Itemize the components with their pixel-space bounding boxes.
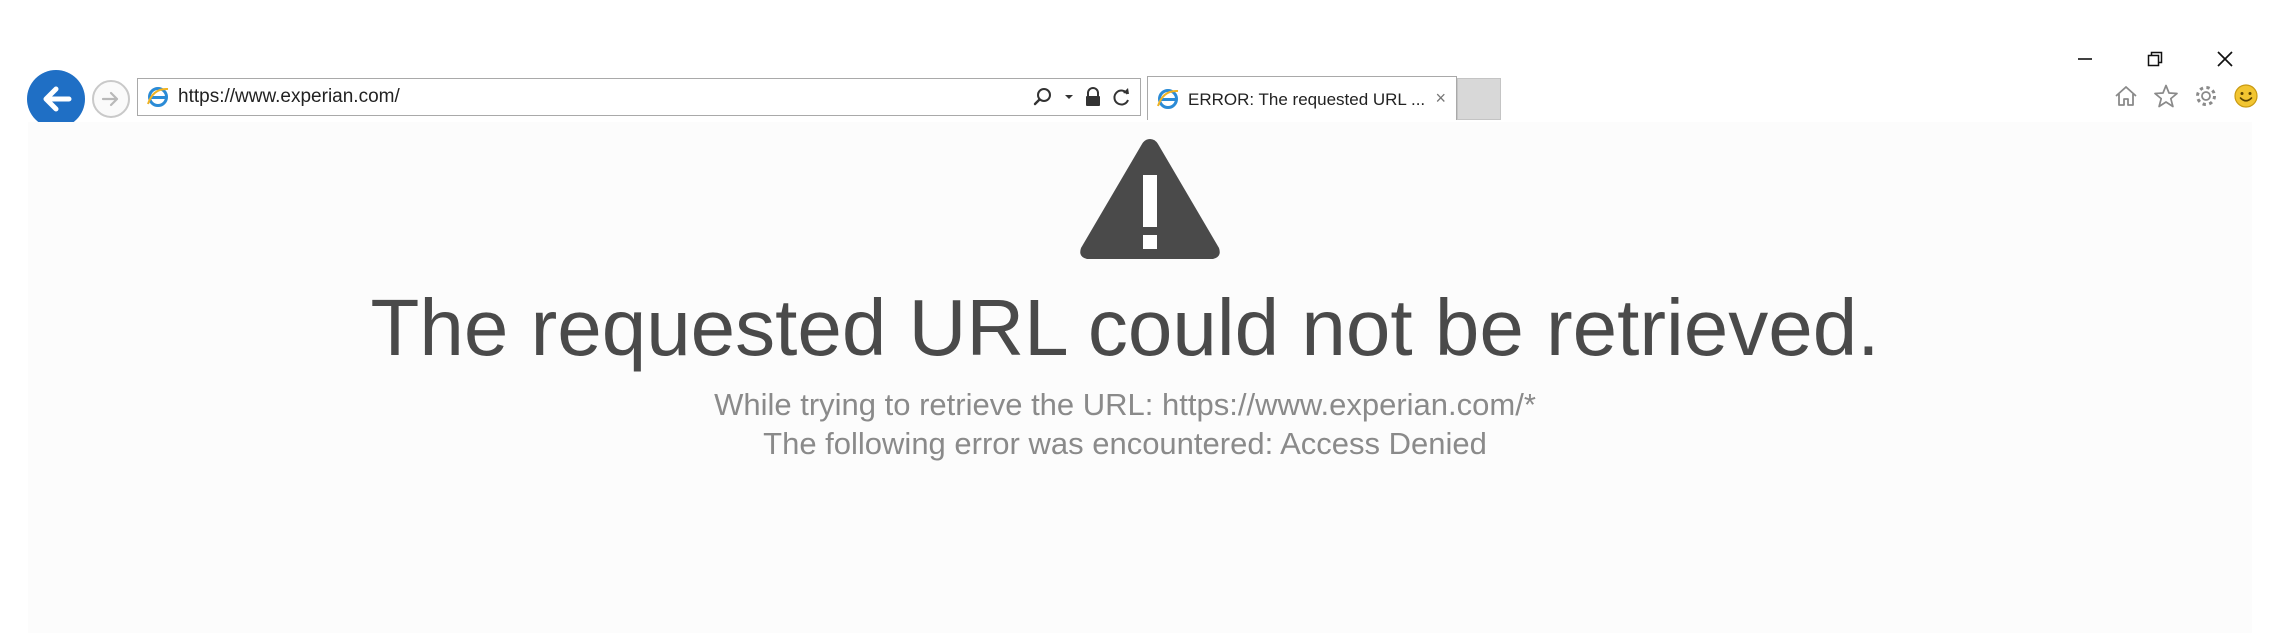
- close-window-button[interactable]: [2190, 44, 2260, 74]
- tab-title: ERROR: The requested URL ...: [1188, 90, 1426, 109]
- url-text[interactable]: https://www.experian.com/: [178, 86, 400, 108]
- refresh-icon[interactable]: [1112, 86, 1132, 108]
- error-message-line: The following error was encountered: Acc…: [763, 426, 1487, 461]
- dropdown-arrow-icon[interactable]: [1064, 86, 1074, 108]
- error-url-line: While trying to retrieve the URL: https:…: [714, 387, 1536, 422]
- restore-icon: [2147, 51, 2163, 67]
- warning-icon: [1080, 139, 1220, 259]
- minimize-icon: [2078, 58, 2092, 60]
- gear-icon[interactable]: [2192, 82, 2220, 110]
- forward-button[interactable]: [92, 80, 130, 118]
- tab-active[interactable]: ERROR: The requested URL ... ×: [1147, 76, 1457, 120]
- close-icon[interactable]: ×: [1435, 88, 1446, 108]
- back-arrow-icon: [43, 86, 72, 112]
- new-tab-button[interactable]: [1457, 78, 1501, 120]
- smiley-icon[interactable]: [2232, 82, 2260, 110]
- address-bar-tools: [1032, 85, 1132, 109]
- search-icon[interactable]: [1032, 86, 1054, 108]
- lock-icon[interactable]: [1084, 86, 1102, 108]
- home-icon[interactable]: [2112, 82, 2140, 110]
- address-bar[interactable]: https://www.experian.com/: [137, 78, 1141, 116]
- forward-arrow-icon: [101, 91, 119, 107]
- star-icon[interactable]: [2152, 82, 2180, 110]
- back-button[interactable]: [27, 70, 85, 128]
- command-icons: [2112, 82, 2260, 110]
- close-icon: [2217, 51, 2233, 67]
- page-title: The requested URL could not be retrieved…: [370, 283, 1880, 372]
- internet-explorer-icon: [1157, 89, 1179, 109]
- restore-button[interactable]: [2120, 44, 2190, 74]
- window-controls: [2050, 44, 2260, 74]
- browser-chrome: https://www.experian.com/ ERROR: The req…: [0, 0, 2280, 128]
- minimize-button[interactable]: [2050, 44, 2120, 74]
- internet-explorer-icon: [147, 87, 169, 107]
